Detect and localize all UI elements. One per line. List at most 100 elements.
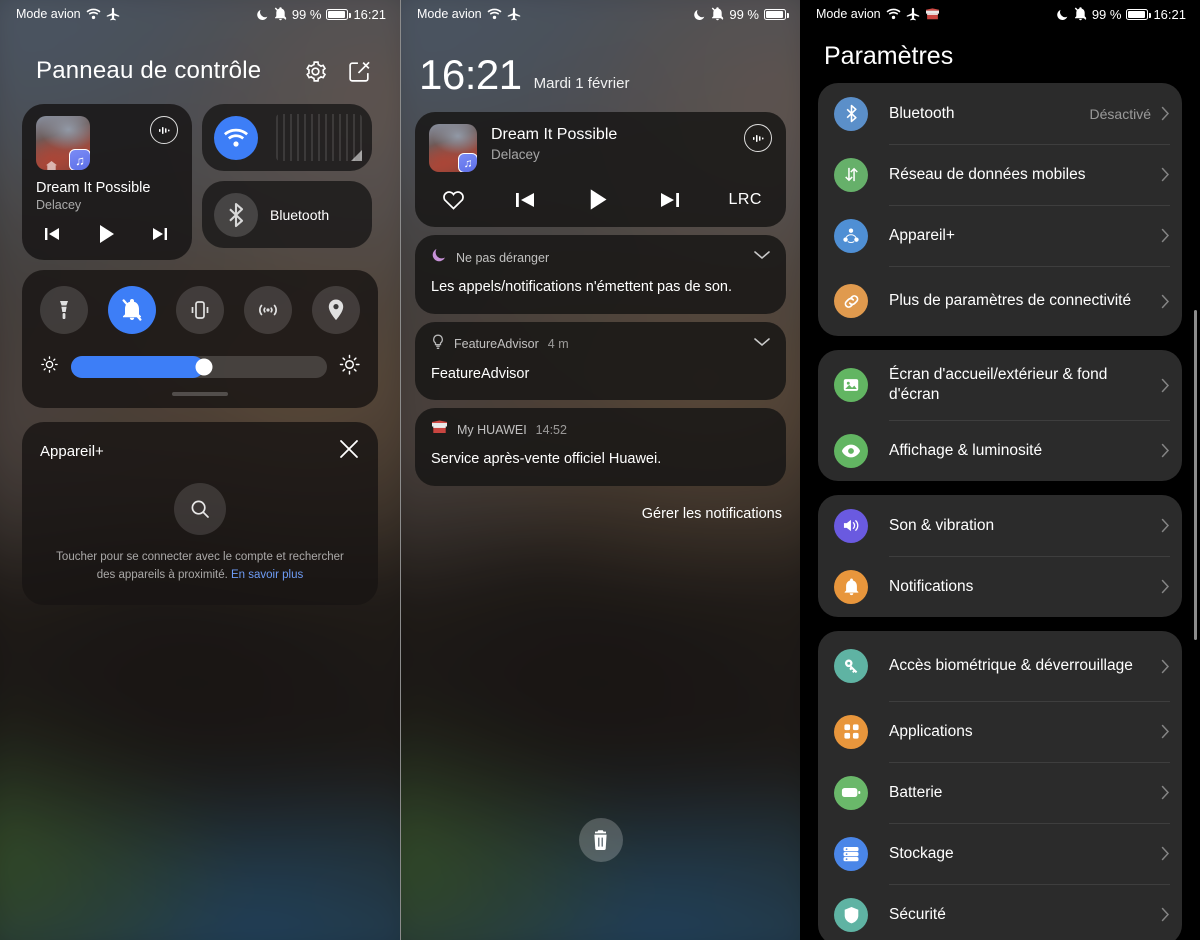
bell-muted-icon [1074,7,1087,21]
settings-item-battery[interactable]: Batterie [818,762,1182,823]
settings-panel: Mode avion 99 % 16:21 Paramètres Bluetoo… [800,0,1200,940]
track-title: Dream It Possible [36,180,151,196]
clock-label: 16:21 [353,6,386,22]
notification-myhuawei[interactable]: My HUAWEI 14:52 Service après-vente offi… [415,408,786,486]
settings-item-mobile-data[interactable]: Réseau de données mobiles [818,144,1182,205]
settings-group-sound: Son & vibration Notifications [818,495,1182,617]
battery-percent-label: 99 % [1091,6,1122,22]
play-icon[interactable] [94,222,118,246]
settings-item-device-plus[interactable]: Appareil+ [818,205,1182,266]
next-track-icon[interactable] [658,189,682,211]
home-badge-icon [46,158,57,170]
manage-notifications-link[interactable]: Gérer les notifications [401,494,800,522]
track-title: Dream It Possible [491,126,618,143]
airplane-icon [106,7,120,21]
notification-featureadvisor[interactable]: FeatureAdvisor 4 m FeatureAdvisor [415,321,786,401]
chevron-right-icon [1161,443,1170,458]
device-plus-title: Appareil+ [40,443,104,460]
chevron-down-icon[interactable] [752,248,772,267]
close-icon[interactable] [338,438,360,465]
learn-more-link[interactable]: En savoir plus [231,569,303,581]
search-icon[interactable] [174,483,226,535]
vibrate-toggle[interactable] [176,286,224,334]
bluetooth-icon[interactable] [214,192,258,237]
settings-item-home-screen-wallpaper[interactable]: Écran d'accueil/extérieur & fond d'écran [818,350,1182,420]
drag-handle[interactable] [172,392,228,396]
settings-item-display-brightness[interactable]: Affichage & luminosité [818,420,1182,481]
wifi-icon [487,8,502,20]
settings-item-sound-vibration[interactable]: Son & vibration [818,495,1182,556]
chevron-right-icon [1161,579,1170,594]
lrc-button[interactable]: LRC [728,191,762,209]
track-artist: Delacey [491,147,540,162]
previous-track-icon[interactable] [513,189,537,211]
heart-icon[interactable] [441,188,466,211]
settings-item-label: Écran d'accueil/extérieur & fond d'écran [889,366,1108,403]
settings-item-label: Affichage & luminosité [889,441,1043,459]
media-notification[interactable]: ♫ Dream It Possible Delacey LRC [415,112,786,227]
wifi-icon[interactable] [214,115,258,160]
cast-audio-icon[interactable] [150,116,178,144]
wallpaper-icon [834,368,868,402]
speaker-icon [834,508,868,543]
airplane-mode-label: Mode avion [417,7,482,21]
chevron-right-icon [1161,907,1170,922]
location-toggle[interactable] [312,286,360,334]
settings-item-label: Bluetooth [889,104,955,122]
brightness-slider[interactable] [71,356,327,378]
battery-icon [834,775,868,810]
play-icon[interactable] [584,186,611,213]
storage-icon [834,836,868,871]
settings-item-security[interactable]: Sécurité [818,884,1182,940]
cast-audio-icon[interactable] [744,124,772,152]
huawei-box-icon [431,420,448,440]
previous-track-icon[interactable] [42,224,62,244]
notification-dnd[interactable]: Ne pas déranger Les appels/notifications… [415,235,786,314]
notification-shade-panel: Mode avion 99 % 16:21 Mardi 1 février ♫ … [400,0,800,940]
brightness-low-icon [40,355,59,379]
scrollbar[interactable] [1194,310,1197,640]
wifi-tile[interactable] [202,104,372,171]
huawei-box-icon [925,7,940,21]
quick-tiles-row: ♫ Dream It Possible Delacey Bluetooth [0,104,400,260]
trash-icon[interactable] [578,818,623,862]
bell-muted-icon [274,7,287,21]
settings-page-title: Paramètres [824,42,954,70]
expand-corner-icon[interactable] [351,150,362,161]
flashlight-toggle[interactable] [40,286,88,334]
key-icon [834,649,868,683]
settings-item-notifications[interactable]: Notifications [818,556,1182,617]
hotspot-toggle[interactable] [244,286,292,334]
device-plus-card: Appareil+ Toucher pour se connecter avec… [22,422,378,605]
battery-icon [1126,8,1152,20]
bell-muted-icon [711,7,724,21]
chevron-right-icon [1161,378,1170,393]
bluetooth-tile[interactable]: Bluetooth [202,181,372,248]
mobile-data-icon [834,157,868,192]
brightness-high-icon [339,354,360,380]
media-player-tile[interactable]: ♫ Dream It Possible Delacey [22,104,192,260]
edit-icon[interactable] [342,54,376,88]
silent-mode-toggle[interactable] [108,286,156,334]
notification-app-name: FeatureAdvisor [454,337,539,352]
settings-group-connectivity: Bluetooth Désactivé Réseau de données mo… [818,83,1182,336]
settings-item-biometrics[interactable]: Accès biométrique & déverrouillage [818,631,1182,701]
chevron-right-icon [1161,724,1170,739]
gear-icon[interactable] [298,54,332,88]
settings-item-more-connectivity[interactable]: Plus de paramètres de connectivité [818,266,1182,336]
settings-item-storage[interactable]: Stockage [818,823,1182,884]
chevron-right-icon [1161,659,1170,674]
settings-item-applications[interactable]: Applications [818,701,1182,762]
battery-percent-label: 99 % [291,6,322,22]
settings-item-bluetooth[interactable]: Bluetooth Désactivé [818,83,1182,144]
settings-item-label: Sécurité [889,905,946,923]
settings-item-label: Son & vibration [889,516,995,534]
notification-body: Les appels/notifications n'émettent pas … [431,279,733,295]
toggles-card [22,270,378,408]
chevron-down-icon[interactable] [752,335,772,354]
settings-group-display: Écran d'accueil/extérieur & fond d'écran… [818,350,1182,481]
battery-percent-label: 99 % [729,6,759,22]
battery-icon [326,8,352,20]
next-track-icon[interactable] [150,224,170,244]
album-art: ♫ [36,116,90,170]
